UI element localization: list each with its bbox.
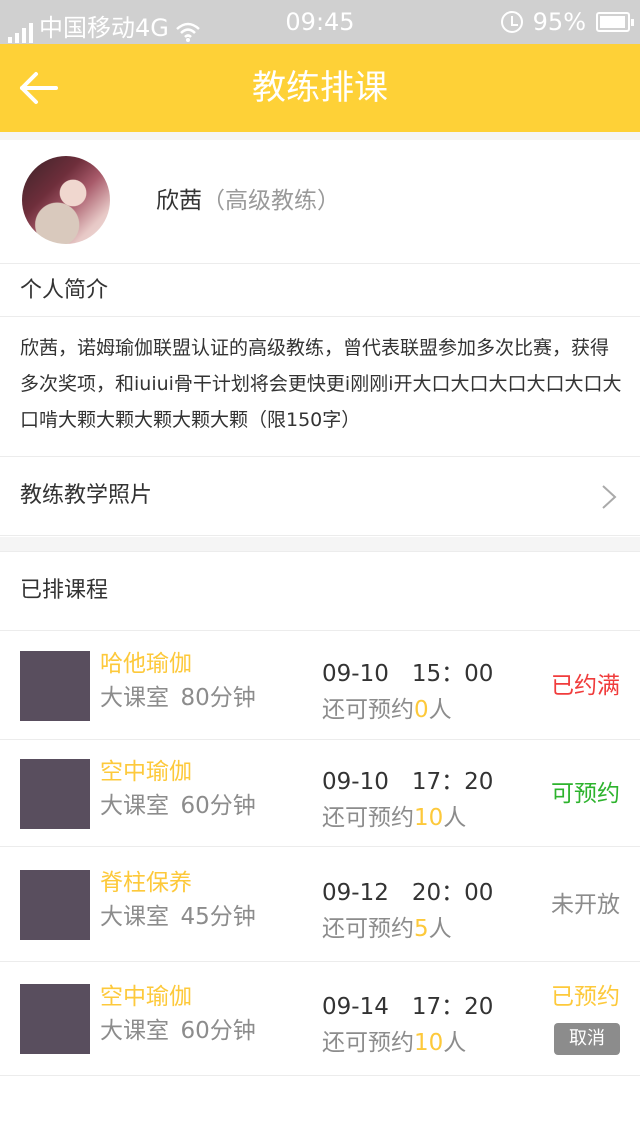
coach-photos-row[interactable]: 教练教学照片 (0, 456, 640, 536)
course-time: 20：00 (411, 879, 494, 906)
section-divider (0, 132, 640, 140)
course-row[interactable]: 脊柱保养大课室 45分钟 09-12 20：00 还可预约5人 未开放 (0, 847, 640, 962)
avatar[interactable] (22, 156, 110, 244)
course-name: 空中瑜伽 (100, 758, 192, 785)
booking-status[interactable]: 未开放 (551, 889, 620, 921)
battery-percent: 95% (532, 8, 586, 36)
course-time: 17：20 (411, 768, 494, 795)
course-name: 哈他瑜伽 (100, 650, 192, 677)
remain-count: 5 (414, 915, 429, 942)
section-divider (0, 537, 640, 551)
header-bar: 教练排课 (0, 44, 640, 132)
remain-count: 10 (414, 1030, 444, 1056)
course-duration: 80分钟 (180, 684, 256, 711)
course-room-duration: 大课室 60分钟 (100, 1015, 256, 1047)
course-remaining: 还可预约0人 (322, 694, 452, 726)
course-row[interactable]: 空中瑜伽大课室 60分钟 09-10 17：20 还可预约10人 可预约 (0, 740, 640, 847)
chevron-right-icon (602, 485, 617, 509)
battery-fill (600, 16, 625, 28)
course-thumbnail (20, 869, 90, 940)
coach-level: （高级教练） (202, 188, 340, 214)
course-room-duration: 大课室 45分钟 (100, 901, 256, 933)
course-date: 09-14 (322, 994, 389, 1020)
remain-suffix: 人 (428, 915, 452, 942)
course-row[interactable]: 空中瑜伽大课室 60分钟 09-14 17：20 还可预约10人 取消 已预约 (0, 962, 640, 1076)
course-date: 09-10 (322, 768, 389, 795)
course-date: 09-10 (322, 660, 389, 687)
remain-count: 0 (414, 696, 429, 723)
remain-count: 10 (414, 804, 444, 831)
course-room: 大课室 (100, 1018, 169, 1044)
cancel-button[interactable]: 取消 (554, 1023, 620, 1055)
course-datetime: 09-10 15：00 (322, 658, 493, 690)
remain-suffix: 人 (428, 696, 452, 723)
course-time: 15：00 (411, 660, 494, 687)
course-remaining: 还可预约10人 (322, 802, 466, 834)
course-room-duration: 大课室 60分钟 (100, 790, 256, 822)
intro-title: 个人简介 (20, 278, 109, 303)
course-datetime: 09-14 17：20 (322, 991, 493, 1023)
remain-suffix: 人 (443, 804, 467, 831)
booking-status[interactable]: 可预约 (551, 778, 620, 810)
alarm-icon (500, 11, 523, 33)
coach-photos-label: 教练教学照片 (20, 483, 153, 508)
remain-prefix: 还可预约 (322, 696, 414, 723)
course-thumbnail (20, 758, 90, 829)
coach-name: 欣茜 (156, 188, 202, 214)
course-room-duration: 大课室 80分钟 (100, 682, 256, 714)
course-duration: 45分钟 (180, 903, 256, 930)
coach-profile: 欣茜（高级教练） (0, 140, 640, 264)
course-time: 17：20 (411, 994, 494, 1020)
remain-prefix: 还可预约 (322, 1030, 414, 1056)
intro-section-title: 个人简介 (0, 265, 640, 317)
booking-status[interactable]: 已约满 (551, 670, 620, 702)
course-name: 脊柱保养 (100, 869, 192, 896)
schedule-title: 已排课程 (20, 578, 109, 603)
course-duration: 60分钟 (180, 1018, 256, 1044)
course-thumbnail (20, 984, 90, 1054)
course-room: 大课室 (100, 792, 169, 819)
course-row[interactable]: 哈他瑜伽大课室 80分钟 09-10 15：00 还可预约0人 已约满 (0, 631, 640, 740)
course-datetime: 09-10 17：20 (322, 766, 493, 798)
course-remaining: 还可预约5人 (322, 913, 452, 945)
course-name: 空中瑜伽 (100, 984, 192, 1010)
course-room: 大课室 (100, 903, 169, 930)
coach-name-line: 欣茜（高级教练） (156, 184, 340, 218)
course-thumbnail (20, 650, 90, 721)
status-right: 95% (500, 8, 634, 36)
course-date: 09-12 (322, 879, 389, 906)
schedule-section-title: 已排课程 (0, 551, 640, 631)
page-title: 教练排课 (252, 68, 388, 108)
remain-prefix: 还可预约 (322, 915, 414, 942)
battery-icon (596, 12, 634, 32)
course-room: 大课室 (100, 684, 169, 711)
intro-text: 欣茜，诺姆瑜伽联盟认证的高级教练，曾代表联盟参加多次比赛，获得多次奖项，和iui… (20, 330, 624, 438)
remain-prefix: 还可预约 (322, 804, 414, 831)
back-arrow-icon[interactable] (18, 66, 62, 110)
booking-status: 已预约 (551, 984, 620, 1010)
remain-suffix: 人 (443, 1030, 467, 1056)
course-remaining: 还可预约10人 (322, 1027, 466, 1059)
course-datetime: 09-12 20：00 (322, 877, 493, 909)
status-bar: 中国移动4G 09:45 95% (0, 0, 640, 44)
course-duration: 60分钟 (180, 792, 256, 819)
